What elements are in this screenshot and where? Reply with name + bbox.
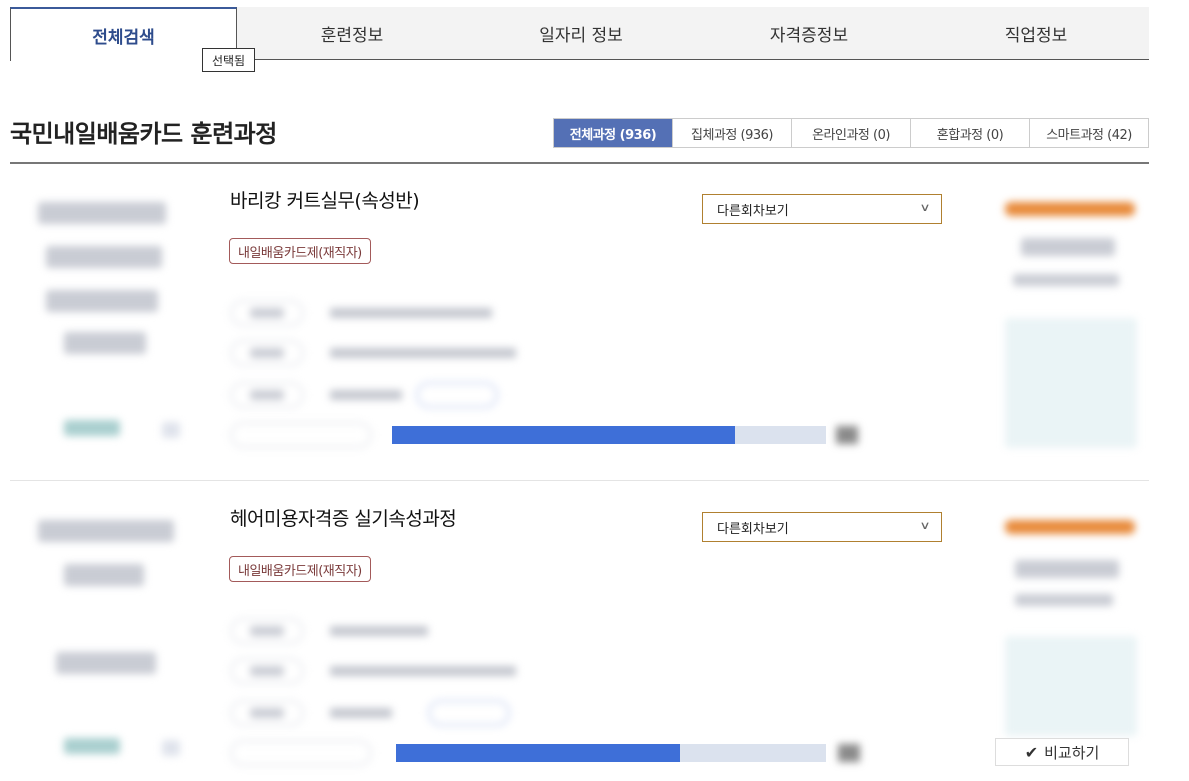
- recruit-status-pill: [230, 740, 372, 766]
- progress-end-marker: [836, 426, 858, 444]
- other-sessions-select[interactable]: 다른회차보기 ∨: [702, 194, 942, 224]
- filter-all-courses[interactable]: 전체과정 (936): [554, 119, 672, 147]
- tab-training-info[interactable]: 훈련정보: [237, 7, 467, 60]
- course-price-panel-blurred: [985, 172, 1149, 462]
- progress-end-marker: [838, 744, 860, 762]
- select-label: 다른회차보기: [717, 521, 789, 537]
- page-title: 국민내일배움카드 훈련과정: [10, 120, 277, 148]
- course-type-filter: 전체과정 (936) 집체과정 (936) 온라인과정 (0) 혼합과정 (0)…: [553, 118, 1149, 148]
- tab-job-info[interactable]: 일자리 정보: [467, 7, 695, 60]
- select-label: 다른회차보기: [717, 203, 789, 219]
- filter-blended-courses[interactable]: 혼합과정 (0): [910, 119, 1029, 147]
- selected-tooltip: 선택됨: [202, 48, 255, 72]
- main-tab-bar: 전체검색 훈련정보 일자리 정보 자격증정보 직업정보: [10, 7, 1149, 61]
- course-price-panel-blurred: [985, 490, 1149, 740]
- program-badge: 내일배움카드제(재직자): [229, 238, 371, 264]
- filter-smart-courses[interactable]: 스마트과정 (42): [1029, 119, 1148, 147]
- progress-fill: [392, 426, 735, 444]
- progress-fill: [396, 744, 680, 762]
- check-icon: ✔: [1024, 742, 1039, 762]
- course-title[interactable]: 바리캉 커트실무(속성반): [230, 186, 420, 213]
- filter-online-courses[interactable]: 온라인과정 (0): [791, 119, 910, 147]
- compare-button[interactable]: ✔ 비교하기: [995, 738, 1129, 766]
- program-badge: 내일배움카드제(재직자): [229, 556, 371, 582]
- course-title[interactable]: 헤어미용자격증 실기속성과정: [230, 504, 457, 531]
- compare-label: 비교하기: [1044, 743, 1100, 762]
- filter-group-courses[interactable]: 집체과정 (936): [672, 119, 791, 147]
- section-divider: [10, 162, 1149, 164]
- other-sessions-select[interactable]: 다른회차보기 ∨: [702, 512, 942, 542]
- enrollment-progress: [396, 744, 826, 762]
- tab-certificate-info[interactable]: 자격증정보: [695, 7, 923, 60]
- course-card: 바리캉 커트실무(속성반) 다른회차보기 ∨ 내일배움카드제(재직자): [10, 172, 1149, 481]
- chevron-down-icon: ∨: [919, 201, 931, 214]
- chevron-down-icon: ∨: [919, 519, 931, 532]
- recruit-status-pill: [230, 422, 372, 448]
- tab-occupation-info[interactable]: 직업정보: [923, 7, 1149, 60]
- enrollment-progress: [392, 426, 826, 444]
- course-card: 헤어미용자격증 실기속성과정 다른회차보기 ∨ 내일배움카드제(재직자): [10, 490, 1149, 781]
